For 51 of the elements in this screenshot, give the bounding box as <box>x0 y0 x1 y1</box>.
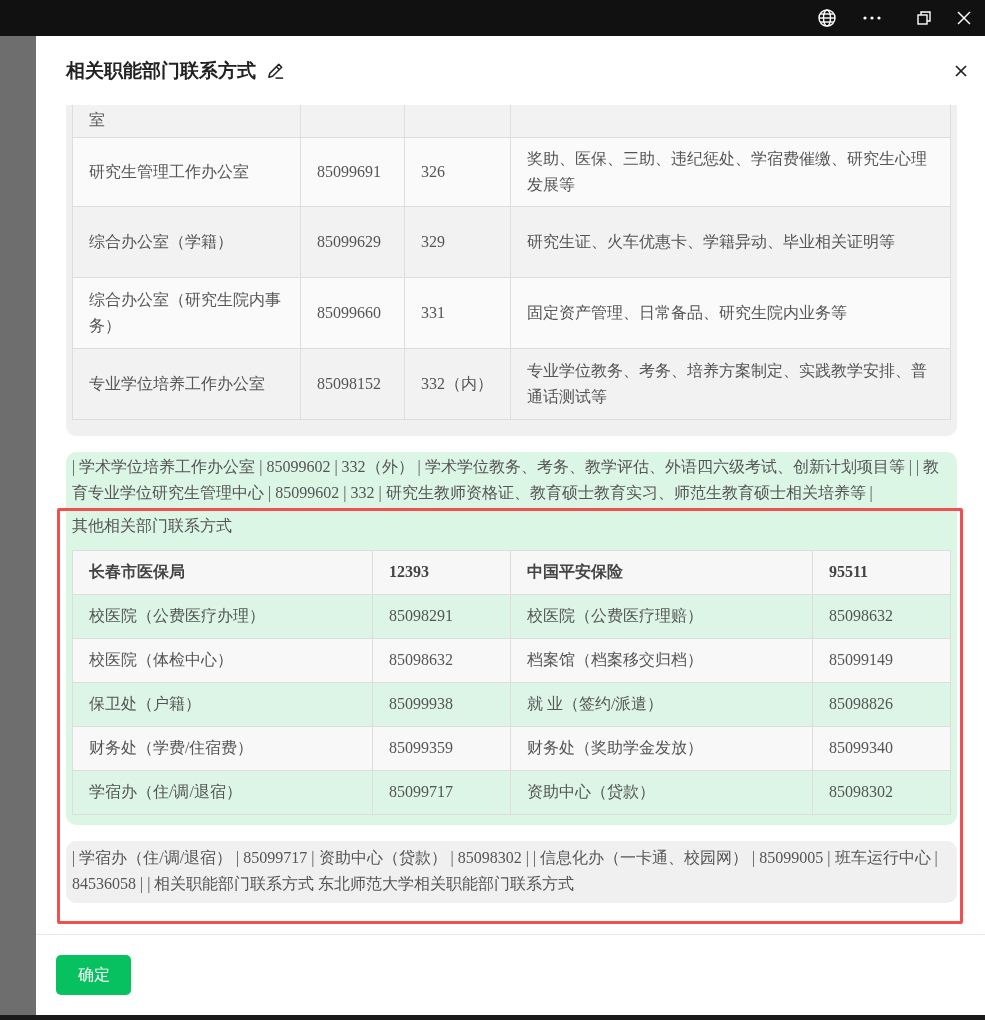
table-cell: 85099629 <box>300 206 405 277</box>
confirm-button[interactable]: 确定 <box>56 955 131 995</box>
restore-icon[interactable] <box>917 11 931 25</box>
table-cell: 85099660 <box>300 277 405 348</box>
table-cell: 85098632 <box>812 594 951 638</box>
table-cell: 固定资产管理、日常备品、研究生院内业务等 <box>510 277 951 348</box>
table-cell: 奖助、医保、三助、违纪惩处、学宿费催缴、研究生心理发展等 <box>510 137 951 206</box>
table-cell: 85098826 <box>812 682 951 726</box>
pencil-icon[interactable] <box>266 61 285 80</box>
table-cell: 85098291 <box>372 594 511 638</box>
table-cell: 12393 <box>372 550 511 594</box>
table-cell: 研究生管理工作办公室 <box>72 137 301 206</box>
dialog-title: 相关职能部门联系方式 <box>66 57 256 83</box>
note-paragraph: | 学术学位培养工作办公室 | 85099602 | 332（外） | 学术学位教务、考务、教学评估、外语四六级考试、创新计划项目等 | | 教育专业学位研究生管理中心 | 85099602 | 332 | 研究生教师资格证、教育硕士教育实习、师范生教育硕士相关培养等 | <box>72 456 941 504</box>
table-cell: 85099340 <box>812 726 951 770</box>
table-cell: 档案馆（档案移交归档） <box>510 638 813 682</box>
footer-paragraph: | 学宿办（住/调/退宿） | 85099717 | 资助中心（贷款） | 85098302 | | 信息化办（一卡通、校园网） | 85099005 | 班车运行中心 | 84536058 | | 相关职能部门联系方式 东北师范大学相关职能部门联系方式 <box>72 847 939 895</box>
table-cell: 就 业（签约/派遣） <box>510 682 813 726</box>
globe-icon[interactable] <box>817 8 837 28</box>
table-cell: 综合办公室（学籍） <box>72 206 301 277</box>
table-cell: 85099938 <box>372 682 511 726</box>
table-cell: 332（内） <box>404 348 511 419</box>
table-cell: 校医院（体检中心） <box>72 638 373 682</box>
table-cell: 中国平安保险 <box>510 550 813 594</box>
table-cell: 85098152 <box>300 348 405 419</box>
table-cell: 校医院（公费医疗理赔） <box>510 594 813 638</box>
table-cell: 85099149 <box>812 638 951 682</box>
table-cell: 85099359 <box>372 726 511 770</box>
table-cell: 专业学位教务、考务、培养方案制定、实践教学安排、普通话测试等 <box>510 348 951 419</box>
table-cell: 财务处（奖助学金发放） <box>510 726 813 770</box>
table-cell: 校医院（公费医疗办理） <box>72 594 373 638</box>
table-cell: 长春市医保局 <box>72 550 373 594</box>
table-cell: 85099717 <box>372 770 511 814</box>
table-cell: 保卫处（户籍） <box>72 682 373 726</box>
table-cell: 室 <box>72 105 301 137</box>
table-cell: 331 <box>404 277 511 348</box>
section-heading: 其他相关部门联系方式 <box>72 515 233 536</box>
table-cell: 综合办公室（研究生院内事务） <box>72 277 301 348</box>
table-cell: 329 <box>404 206 511 277</box>
table-cell: 学宿办（住/调/退宿） <box>72 770 373 814</box>
table-cell: 85099691 <box>300 137 405 206</box>
table-cell: 专业学位培养工作办公室 <box>72 348 301 419</box>
table-cell: 研究生证、火车优惠卡、学籍异动、毕业相关证明等 <box>510 206 951 277</box>
table-cell: 85098302 <box>812 770 951 814</box>
close-icon[interactable] <box>955 64 967 77</box>
more-icon[interactable] <box>863 16 881 20</box>
table-cell: 财务处（学费/住宿费） <box>72 726 373 770</box>
table-cell: 95511 <box>812 550 951 594</box>
table-cell: 326 <box>404 137 511 206</box>
table-cell: 85098632 <box>372 638 511 682</box>
table-cell: 资助中心（贷款） <box>510 770 813 814</box>
